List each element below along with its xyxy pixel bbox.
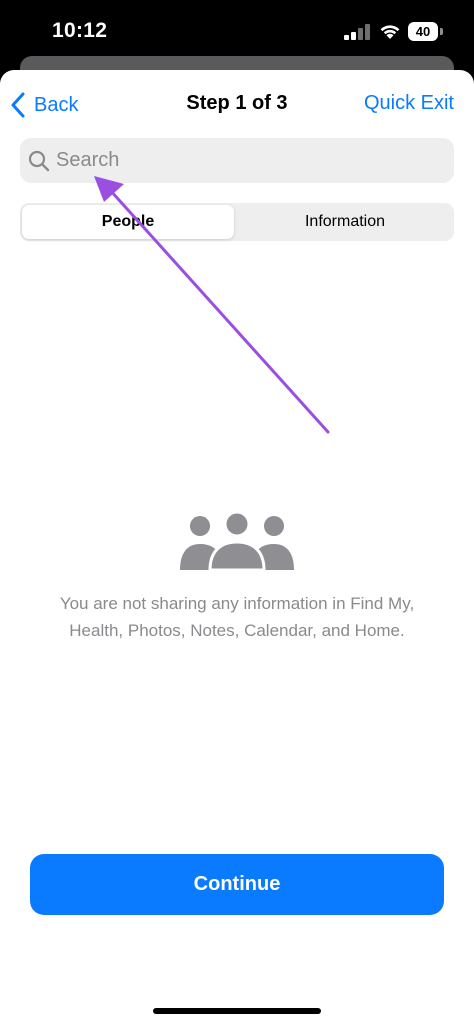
screen: 10:12 40 Back Step 1 of 3 Quick Exit Sea… — [0, 0, 474, 1024]
sheet: Back Step 1 of 3 Quick Exit People Infor… — [0, 70, 474, 1024]
segment-information[interactable]: Information — [238, 205, 452, 239]
search-input[interactable] — [56, 149, 416, 172]
wifi-icon — [380, 25, 400, 39]
navigation-bar: Back Step 1 of 3 Quick Exit — [0, 70, 474, 138]
back-button[interactable]: Back — [10, 90, 78, 120]
chevron-left-icon — [11, 92, 25, 118]
battery-level: 40 — [415, 24, 431, 39]
cellular-signal-icon — [344, 24, 370, 40]
segment-people[interactable]: People — [22, 205, 234, 239]
status-bar: 10:12 40 — [0, 0, 474, 62]
segmented-control: People Information — [20, 203, 454, 241]
search-icon — [28, 150, 50, 171]
back-button-label: Back — [34, 93, 79, 116]
empty-state-message: You are not sharing any information in F… — [59, 594, 415, 640]
battery-tip — [440, 28, 443, 35]
continue-button[interactable]: Continue — [30, 854, 444, 915]
quick-exit-button[interactable]: Quick Exit — [364, 92, 454, 115]
people-group-icon — [180, 512, 294, 572]
home-indicator — [153, 1008, 321, 1014]
status-time: 10:12 — [52, 19, 108, 42]
search-bar[interactable] — [20, 138, 454, 183]
battery-icon: 40 — [408, 22, 438, 41]
